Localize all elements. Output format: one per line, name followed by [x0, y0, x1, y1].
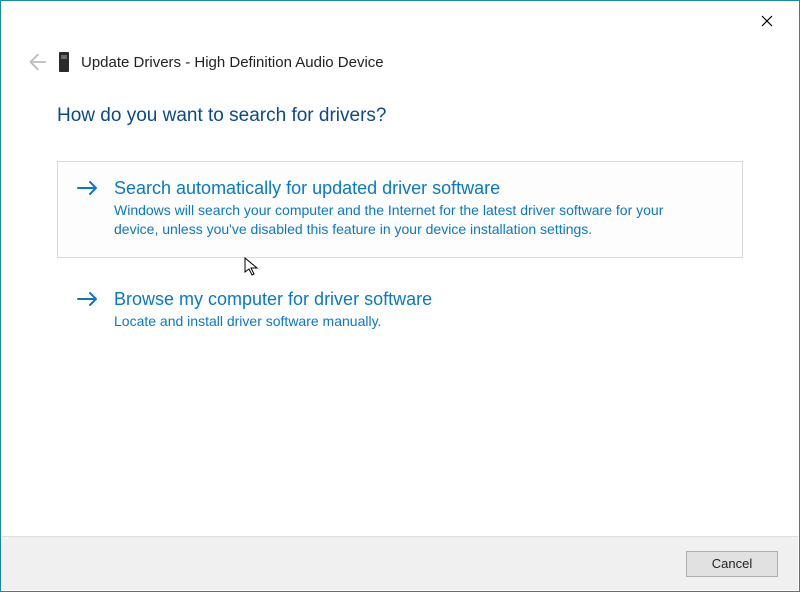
close-icon	[761, 15, 773, 27]
arrow-right-icon	[76, 178, 102, 239]
content-area: How do you want to search for drivers? S…	[1, 81, 799, 350]
arrow-right-icon	[76, 289, 102, 331]
search-question: How do you want to search for drivers?	[57, 105, 743, 127]
option-body: Search automatically for updated driver …	[114, 178, 724, 239]
option-title: Search automatically for updated driver …	[114, 178, 724, 199]
titlebar	[1, 1, 799, 37]
option-description: Windows will search your computer and th…	[114, 201, 674, 239]
option-browse-computer[interactable]: Browse my computer for driver software L…	[57, 272, 743, 350]
header-row: Update Drivers - High Definition Audio D…	[1, 37, 799, 81]
back-button[interactable]	[25, 51, 47, 73]
option-description: Locate and install driver software manua…	[114, 312, 674, 331]
footer-bar: Cancel	[2, 536, 798, 590]
cancel-button[interactable]: Cancel	[686, 551, 778, 577]
back-arrow-icon	[25, 51, 47, 73]
option-body: Browse my computer for driver software L…	[114, 289, 724, 331]
page-title: Update Drivers - High Definition Audio D…	[81, 54, 384, 71]
close-button[interactable]	[745, 7, 789, 35]
option-search-automatically[interactable]: Search automatically for updated driver …	[57, 161, 743, 258]
device-icon	[59, 52, 69, 72]
option-title: Browse my computer for driver software	[114, 289, 724, 310]
